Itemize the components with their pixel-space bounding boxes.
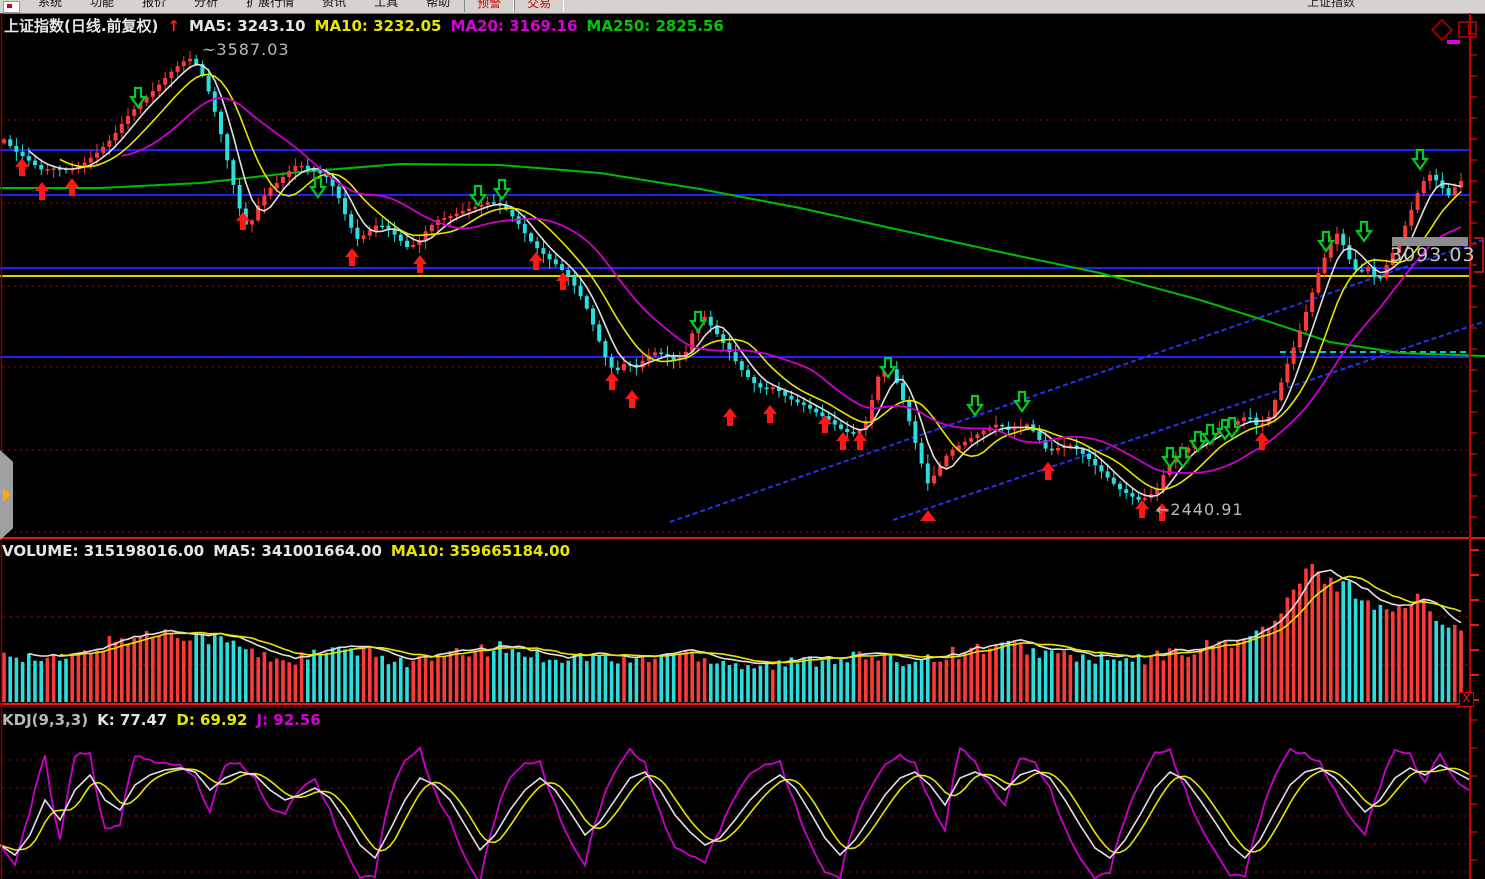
ma250-value: MA250: 2825.56 (586, 17, 723, 35)
high-marker: ~ (202, 40, 216, 59)
window-split-icon[interactable] (1458, 21, 1477, 38)
main-chart-header: 上证指数(日线.前复权) ↑ MA5: 3243.10 MA10: 3232.05 MA… (4, 15, 733, 36)
expand-arrow-icon (3, 488, 11, 502)
last-price-tag: 3093.03 (1390, 244, 1476, 266)
up-arrow-icon: ↑ (167, 17, 180, 35)
indicator-close-button[interactable]: X (1459, 692, 1474, 707)
low-price-annotation: ←2440.91 (1156, 500, 1244, 519)
kdj-name: KDJ(9,3,3) (2, 711, 88, 729)
high-price-annotation: ~3587.03 (202, 40, 290, 59)
sidebar-expand-handle[interactable] (0, 450, 13, 540)
chart-title: 上证指数(日线.前复权) (4, 17, 158, 35)
ma20-value: MA20: 3169.16 (450, 17, 577, 35)
low-value: 2440.91 (1170, 500, 1243, 519)
kdj-d: D: 69.92 (176, 711, 247, 729)
volume-ma5: MA5: 341001664.00 (213, 542, 382, 560)
volume-header: VOLUME: 315198016.00 MA5: 341001664.00 MA1… (2, 541, 579, 560)
kdj-header: KDJ(9,3,3) K: 77.47 D: 69.92 J: 92.56 (2, 710, 330, 729)
kdj-j: J: 92.56 (257, 711, 321, 729)
magenta-marker-icon (1447, 40, 1460, 44)
high-value: 3587.03 (216, 40, 289, 59)
volume-ma10: MA10: 359665184.00 (391, 542, 570, 560)
ma5-value: MA5: 3243.10 (189, 17, 306, 35)
volume-value: VOLUME: 315198016.00 (2, 542, 204, 560)
chart-canvas[interactable] (0, 0, 1485, 879)
kdj-k: K: 77.47 (97, 711, 167, 729)
low-marker: ← (1156, 500, 1170, 519)
app-window: 系统 功能 报价 分析 扩展行情 资讯 工具 帮助 预警 交易 上证指数 上证指… (0, 0, 1485, 879)
ma10-value: MA10: 3232.05 (315, 17, 442, 35)
